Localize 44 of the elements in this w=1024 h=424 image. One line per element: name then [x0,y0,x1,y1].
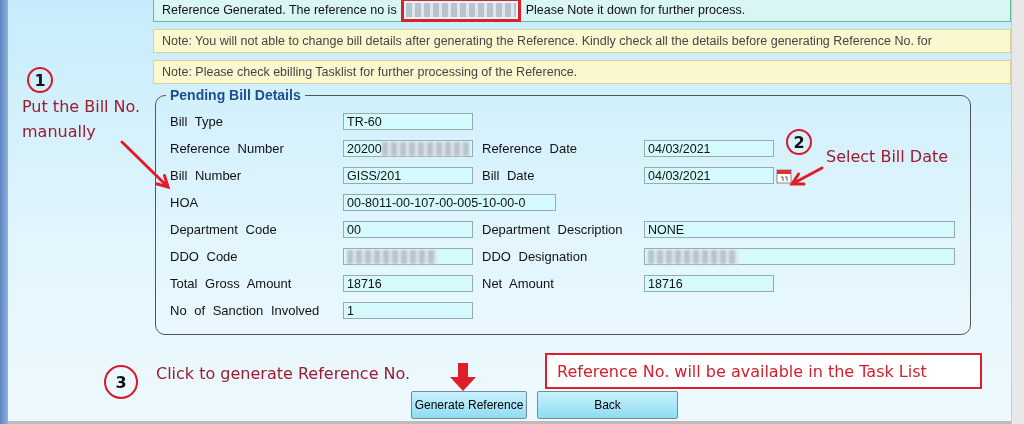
annotation-arrow [120,140,171,190]
annotation-arrow [789,166,824,186]
input-field[interactable]: 1 [343,302,473,319]
note-message: Note: You will not able to change bill details after generating the Reference. Kindly check all the details before generating Reference No. for [153,29,1011,53]
input-field[interactable]: 04/03/2021 [644,167,774,184]
input-field[interactable]: 20200 [343,140,473,157]
step-number: 1 [27,67,53,93]
field-label: DDO Designation [482,249,589,264]
panel-title: Pending Bill Details [166,87,305,103]
step-number: 3 [104,365,138,399]
generate-button[interactable]: Generate Reference [411,391,527,419]
note-message: Note: Please check ebilling Tasklist for further processing of the Reference. [153,60,1011,84]
field-label: Department Code [170,222,278,237]
field-label: Department Description [482,222,624,237]
input-field[interactable]: 18716 [644,275,774,292]
input-field[interactable]: 04/03/2021 [644,140,774,157]
field-label: Total Gross Amount [170,276,293,291]
field-label: Bill Date [482,168,536,183]
field-label: HOA [170,195,200,210]
back-button[interactable]: Back [537,391,678,419]
callout-note: Reference No. will be available in the Task List [545,353,982,389]
step-number: 2 [786,129,812,155]
scrollbar[interactable] [1011,0,1024,424]
annotation-text: Click to generate Reference No. [156,363,412,385]
input-field[interactable]: GISS/201 [343,167,473,184]
input-field[interactable] [644,248,955,265]
field-label: DDO Code [170,249,239,264]
field-label: Reference Date [482,141,579,156]
field-label: Bill Type [170,114,224,129]
field-label: Net Amount [482,276,555,291]
annotation-text: Select Bill Date [826,146,950,168]
field-label: No of Sanction Involved [170,303,321,318]
input-field[interactable]: 00 [343,221,473,238]
input-field[interactable]: 18716 [343,275,473,292]
annotation-text: Put the Bill No. manually [22,96,142,143]
calendar-icon[interactable] [776,167,792,184]
field-label: Bill Number [170,168,243,183]
input-field[interactable] [343,248,473,265]
field-label: Reference Number [170,141,285,156]
input-field[interactable]: TR-60 [343,113,473,130]
input-field[interactable]: NONE [644,221,955,238]
success-message: Reference Generated. The reference no is Please Note it down for further process. [153,0,1011,22]
down-arrow-icon [450,363,476,391]
input-field[interactable]: 00-8011-00-107-00-005-10-00-0 [343,194,556,211]
